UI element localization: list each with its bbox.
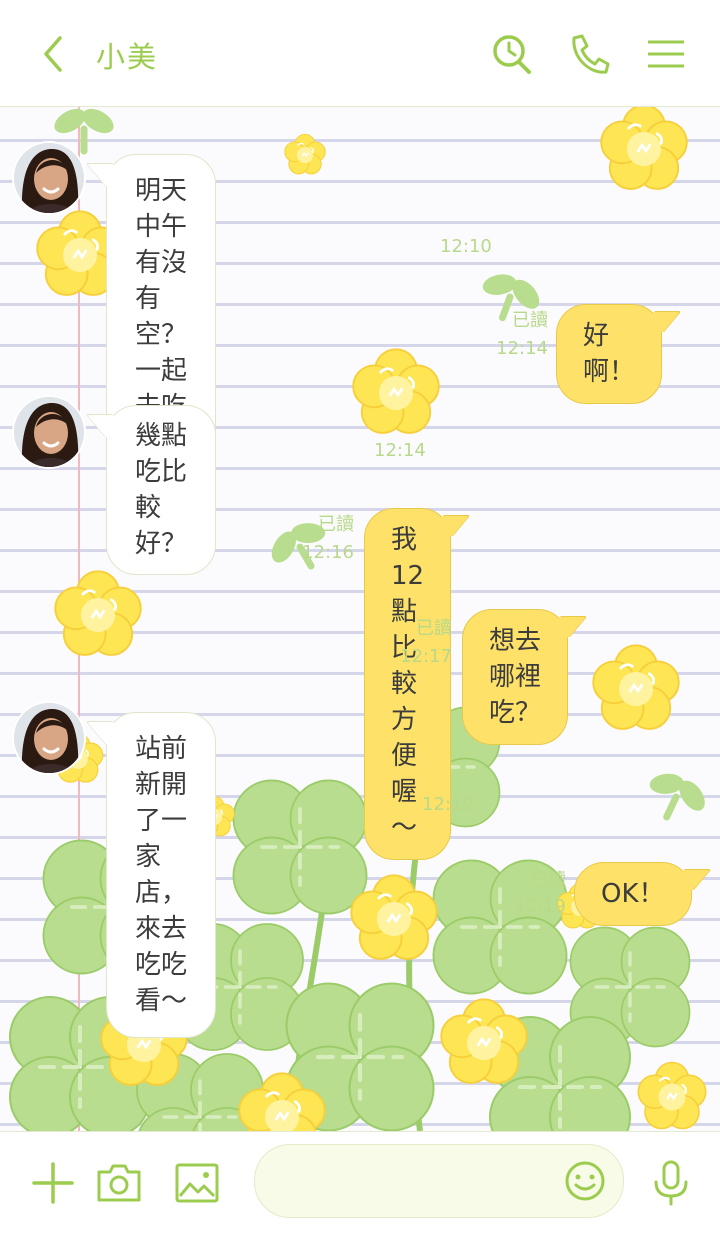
read-status: 已讀 (530, 870, 566, 891)
message-input[interactable] (279, 1163, 553, 1201)
add-button[interactable] (28, 1158, 78, 1208)
chevron-left-icon (44, 36, 62, 72)
chat-title: 小美 (96, 40, 159, 74)
read-status: 已讀 (416, 618, 452, 639)
message-time: 12:19 (514, 896, 566, 917)
message-bubble[interactable]: 幾點吃比較好？ (106, 405, 216, 575)
gallery-button[interactable] (172, 1158, 222, 1208)
hamburger-menu-icon (648, 40, 684, 68)
message-bubble[interactable]: 好啊！ (556, 304, 662, 404)
avatar-photo (14, 143, 84, 213)
message-time: 12:16 (302, 542, 354, 563)
input-bar (0, 1131, 720, 1233)
avatar-photo (14, 397, 84, 467)
microphone-icon (654, 1160, 688, 1206)
image-icon (175, 1163, 219, 1203)
message-time: 12:17 (400, 646, 452, 667)
camera-icon (97, 1164, 141, 1202)
voice-button[interactable] (646, 1158, 696, 1208)
message-bubble[interactable]: 想去哪裡吃？ (462, 609, 568, 745)
chat-area[interactable]: 明天中午有沒有空？ 一起去吃好吃的吧～ 12:10 已讀 12:14 好啊！ 幾… (0, 107, 720, 1131)
avatar-photo (14, 703, 84, 773)
menu-button[interactable] (644, 30, 688, 78)
phone-icon (572, 34, 610, 74)
emoji-button[interactable] (563, 1159, 607, 1203)
call-button[interactable] (566, 30, 610, 78)
search-button[interactable] (490, 30, 534, 78)
message-bubble[interactable]: OK！ (574, 862, 692, 926)
message-time: 12:14 (496, 338, 548, 359)
message-input-box[interactable] (254, 1144, 624, 1218)
friend-avatar[interactable] (14, 703, 84, 773)
camera-button[interactable] (94, 1158, 144, 1208)
message-time: 12:10 (440, 236, 492, 257)
message-time: 12:14 (374, 440, 426, 461)
search-clock-icon (493, 35, 531, 74)
read-status: 已讀 (512, 310, 548, 331)
smiley-icon (565, 1161, 605, 1201)
back-button[interactable] (36, 32, 72, 76)
chat-header: 小美 (0, 0, 720, 107)
read-status: 已讀 (318, 514, 354, 535)
message-time: 12:19 (422, 794, 474, 815)
friend-avatar[interactable] (14, 397, 84, 467)
friend-avatar[interactable] (14, 143, 84, 213)
message-bubble[interactable]: 站前新開了一家店， 來去吃吃看～ (106, 712, 216, 1038)
plus-icon (32, 1162, 74, 1204)
